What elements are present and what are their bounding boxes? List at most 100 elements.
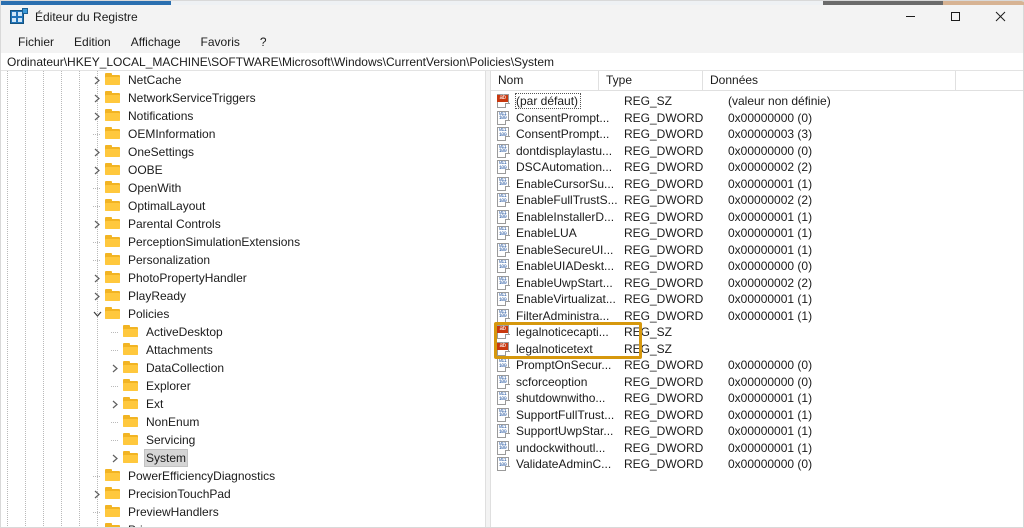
value-row[interactable]: 011 100 FilterAdministra... REG_DWORD 0x0000… — [491, 308, 1023, 325]
value-data: 0x00000001 (1) — [728, 407, 813, 422]
value-name: EnableLUA — [516, 226, 577, 241]
value-name: scforceoption — [516, 374, 588, 389]
chevron-right-icon[interactable] — [89, 161, 105, 179]
value-row[interactable]: 011 100 SupportFullTrust... REG_DWORD 0x0000… — [491, 407, 1023, 424]
tree-item-label: PhotoPropertyHandler — [128, 271, 247, 285]
value-row[interactable]: 011 100 ValidateAdminC... REG_DWORD 0x000000… — [491, 456, 1023, 473]
value-row[interactable]: 011 100 EnableSecureUI... REG_DWORD 0x000000… — [491, 242, 1023, 259]
value-row[interactable]: ab legalnoticetext REG_SZ — [491, 341, 1023, 358]
tree-item-oeminformation[interactable]: OEMInformation — [1, 125, 484, 143]
tree-item-powerefficiencydiagnostics[interactable]: PowerEfficiencyDiagnostics — [1, 467, 484, 485]
value-name: legalnoticecapti... — [516, 325, 609, 340]
tree-item-personalization[interactable]: Personalization — [1, 251, 484, 269]
tree-item-photopropertyhandler[interactable]: PhotoPropertyHandler — [1, 269, 484, 287]
value-row[interactable]: 011 100 SupportUwpStar... REG_DWORD 0x000000… — [491, 423, 1023, 440]
chevron-right-icon[interactable] — [89, 143, 105, 161]
chevron-right-icon[interactable] — [89, 485, 105, 503]
tree-item-networkservicetriggers[interactable]: NetworkServiceTriggers — [1, 89, 484, 107]
value-row[interactable]: 011 100 undockwithoutl... REG_DWORD 0x000000… — [491, 440, 1023, 457]
chevron-right-icon[interactable] — [107, 359, 123, 377]
chevron-right-icon[interactable] — [107, 449, 123, 467]
value-row[interactable]: 011 100 EnableLUA REG_DWORD 0x00000001 (1) — [491, 225, 1023, 242]
column-header-nom[interactable]: Nom — [491, 71, 599, 90]
chevron-right-icon[interactable] — [89, 107, 105, 125]
registry-editor-window: Éditeur du Registre Fichier Edition Affi… — [0, 0, 1024, 528]
value-data: 0x00000000 (0) — [728, 143, 813, 158]
tree-item-playready[interactable]: PlayReady — [1, 287, 484, 305]
tree-item-nonenum[interactable]: NonEnum — [1, 413, 484, 431]
column-header-type[interactable]: Type — [599, 71, 703, 90]
value-row[interactable]: 011 100 ConsentPrompt... REG_DWORD 0x0000000… — [491, 126, 1023, 143]
minimize-button[interactable] — [888, 1, 933, 32]
tree-item-optimallayout[interactable]: OptimalLayout — [1, 197, 484, 215]
tree-item-previewhandlers[interactable]: PreviewHandlers — [1, 503, 484, 521]
registry-tree-pane[interactable]: NetCache NetworkServiceTriggers Notificati… — [1, 71, 485, 527]
value-type: REG_DWORD — [624, 391, 704, 406]
value-row[interactable]: 011 100 EnableFullTrustS... REG_DWORD 0x0000… — [491, 192, 1023, 209]
chevron-right-icon[interactable] — [89, 287, 105, 305]
dword-value-icon: 011 100 — [496, 143, 512, 158]
menu-edition[interactable]: Edition — [64, 33, 121, 52]
tree-leaf-connector — [107, 323, 123, 341]
dword-value-icon: 011 100 — [496, 110, 512, 125]
chevron-right-icon[interactable] — [89, 71, 105, 89]
chevron-right-icon[interactable] — [89, 215, 105, 233]
tree-item-activedesktop[interactable]: ActiveDesktop — [1, 323, 484, 341]
tree-item-system[interactable]: System — [1, 449, 484, 467]
address-bar[interactable]: Ordinateur\HKEY_LOCAL_MACHINE\SOFTWARE\M… — [1, 53, 1023, 71]
tree-item-policies[interactable]: Policies — [1, 305, 484, 323]
value-row[interactable]: 011 100 EnableUIADeskt... REG_DWORD 0x000000… — [491, 258, 1023, 275]
tree-item-parental-controls[interactable]: Parental Controls — [1, 215, 484, 233]
dword-value-icon: 011 100 — [496, 440, 512, 455]
value-name: EnableSecureUI... — [516, 242, 614, 257]
chevron-right-icon[interactable] — [89, 89, 105, 107]
value-data: 0x00000000 (0) — [728, 259, 813, 274]
value-row[interactable]: 011 100 PromptOnSecur... REG_DWORD 0x0000000… — [491, 357, 1023, 374]
value-data: 0x00000001 (1) — [728, 391, 813, 406]
value-name-cell: (par défaut) — [514, 93, 624, 110]
tree-item-servicing[interactable]: Servicing — [1, 431, 484, 449]
tree-item-oobe[interactable]: OOBE — [1, 161, 484, 179]
menu-affichage[interactable]: Affichage — [121, 33, 191, 52]
tree-item-netcache[interactable]: NetCache — [1, 71, 484, 89]
tree-item-privacy[interactable]: Privacy — [1, 521, 484, 527]
dword-value-icon: 011 100 — [496, 275, 512, 290]
value-row[interactable]: ab (par défaut) REG_SZ (valeur non définie) — [491, 93, 1023, 110]
value-row[interactable]: 011 100 EnableCursorSu... REG_DWORD 0x000000… — [491, 176, 1023, 193]
tree-item-explorer[interactable]: Explorer — [1, 377, 484, 395]
maximize-button[interactable] — [933, 1, 978, 32]
value-row[interactable]: 011 100 ConsentPrompt... REG_DWORD 0x0000000… — [491, 110, 1023, 127]
value-row[interactable]: 011 100 EnableVirtualizat... REG_DWORD 0x000… — [491, 291, 1023, 308]
tree-item-attachments[interactable]: Attachments — [1, 341, 484, 359]
value-row[interactable]: 011 100 dontdisplaylastu... REG_DWORD 0x0000… — [491, 143, 1023, 160]
tree-leaf-connector — [89, 521, 105, 527]
values-list: ab (par défaut) REG_SZ (valeur non définie)… — [491, 91, 1023, 527]
chevron-right-icon[interactable] — [107, 395, 123, 413]
value-row[interactable]: ab legalnoticecapti... REG_SZ — [491, 324, 1023, 341]
registry-values-pane[interactable]: Nom Type Données ab (par défaut) REG_SZ (va… — [491, 71, 1023, 527]
value-row[interactable]: 011 100 scforceoption REG_DWORD 0x00000000 (… — [491, 374, 1023, 391]
value-row[interactable]: 011 100 shutdownwitho... REG_DWORD 0x0000000… — [491, 390, 1023, 407]
column-header-donnees[interactable]: Données — [703, 71, 956, 90]
tree-item-ext[interactable]: Ext — [1, 395, 484, 413]
value-name: EnableFullTrustS... — [516, 193, 618, 208]
value-row[interactable]: 011 100 EnableUwpStart... REG_DWORD 0x000000… — [491, 275, 1023, 292]
folder-icon — [105, 198, 121, 214]
tree-item-notifications[interactable]: Notifications — [1, 107, 484, 125]
tree-item-label: Notifications — [128, 109, 194, 123]
menu-aide[interactable]: ? — [250, 33, 277, 52]
value-row[interactable]: 011 100 EnableInstallerD... REG_DWORD 0x0000… — [491, 209, 1023, 226]
dword-value-icon: 011 100 — [496, 374, 512, 389]
value-row[interactable]: 011 100 DSCAutomation... REG_DWORD 0x0000000… — [491, 159, 1023, 176]
menu-favoris[interactable]: Favoris — [191, 33, 250, 52]
tree-item-datacollection[interactable]: DataCollection — [1, 359, 484, 377]
tree-item-perceptionsimulationextensions[interactable]: PerceptionSimulationExtensions — [1, 233, 484, 251]
chevron-right-icon[interactable] — [89, 269, 105, 287]
tree-item-openwith[interactable]: OpenWith — [1, 179, 484, 197]
chevron-down-icon[interactable] — [89, 305, 105, 323]
tree-item-precisiontouchpad[interactable]: PrecisionTouchPad — [1, 485, 484, 503]
menu-fichier[interactable]: Fichier — [8, 33, 64, 52]
close-button[interactable] — [978, 1, 1023, 32]
tree-vertical-scrollbar[interactable] — [474, 71, 484, 527]
tree-item-onesettings[interactable]: OneSettings — [1, 143, 484, 161]
